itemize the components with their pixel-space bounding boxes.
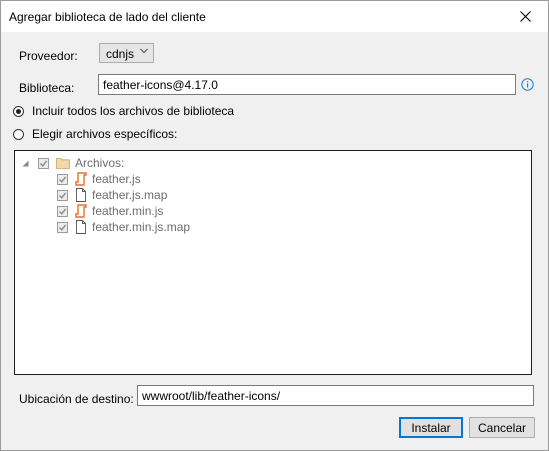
window-title: Agregar biblioteca de lado del cliente — [9, 10, 206, 24]
destination-input[interactable]: wwwroot/lib/feather-icons/ — [137, 385, 534, 406]
file-name: feather.js — [92, 172, 141, 186]
file-tree: Archivos: feather.js feather.js.map feat… — [14, 150, 532, 375]
tree-file-row[interactable]: feather.min.js — [57, 203, 163, 219]
js-file-icon — [75, 172, 87, 186]
folder-icon — [56, 158, 70, 169]
chevron-down-icon — [140, 48, 148, 54]
dialog-content: Proveedor: cdnjs Biblioteca: feather-ico… — [1, 32, 548, 450]
install-button-label: Instalar — [411, 420, 451, 435]
destination-label: Ubicación de destino: — [19, 392, 134, 406]
install-button[interactable]: Instalar — [399, 417, 463, 438]
tree-file-row[interactable]: feather.js — [57, 171, 141, 187]
destination-input-value: wwwroot/lib/feather-icons/ — [142, 389, 281, 403]
close-button[interactable] — [502, 1, 548, 32]
generic-file-icon — [76, 220, 86, 234]
tree-root-row[interactable]: Archivos: — [22, 155, 124, 171]
js-file-icon — [75, 204, 87, 218]
file-checkbox[interactable] — [57, 173, 68, 185]
tree-file-row[interactable]: feather.js.map — [57, 187, 167, 203]
cancel-button[interactable]: Cancelar — [469, 417, 535, 438]
file-name: feather.js.map — [92, 188, 168, 202]
file-checkbox[interactable] — [57, 221, 68, 233]
tree-file-row[interactable]: feather.min.js.map — [57, 219, 190, 235]
provider-value: cdnjs — [106, 47, 135, 61]
include-all-radio[interactable] — [13, 105, 24, 117]
provider-label: Proveedor: — [19, 49, 78, 63]
generic-file-icon — [76, 188, 86, 202]
choose-specific-label: Elegir archivos específicos: — [32, 127, 178, 141]
choose-specific-option[interactable]: Elegir archivos específicos: — [13, 127, 177, 141]
library-label: Biblioteca: — [19, 81, 75, 95]
file-checkbox[interactable] — [57, 189, 68, 201]
include-all-option[interactable]: Incluir todos los archivos de biblioteca — [13, 104, 234, 118]
library-input[interactable]: feather-icons@4.17.0 — [98, 74, 516, 95]
include-all-label: Incluir todos los archivos de biblioteca — [32, 104, 235, 118]
dialog-window: Agregar biblioteca de lado del cliente P… — [0, 0, 549, 451]
info-icon[interactable] — [521, 78, 534, 91]
choose-specific-radio[interactable] — [13, 128, 24, 140]
library-input-value: feather-icons@4.17.0 — [103, 78, 218, 92]
cancel-button-label: Cancelar — [477, 420, 527, 435]
file-name: feather.min.js.map — [92, 220, 191, 234]
tree-root-checkbox[interactable] — [38, 157, 49, 169]
file-name: feather.min.js — [92, 204, 164, 218]
expand-triangle-icon[interactable] — [22, 160, 29, 167]
file-checkbox[interactable] — [57, 205, 68, 217]
close-icon — [519, 11, 531, 22]
provider-dropdown[interactable]: cdnjs — [99, 43, 154, 63]
tree-root-label: Archivos: — [75, 156, 125, 170]
title-bar: Agregar biblioteca de lado del cliente — [1, 1, 548, 32]
